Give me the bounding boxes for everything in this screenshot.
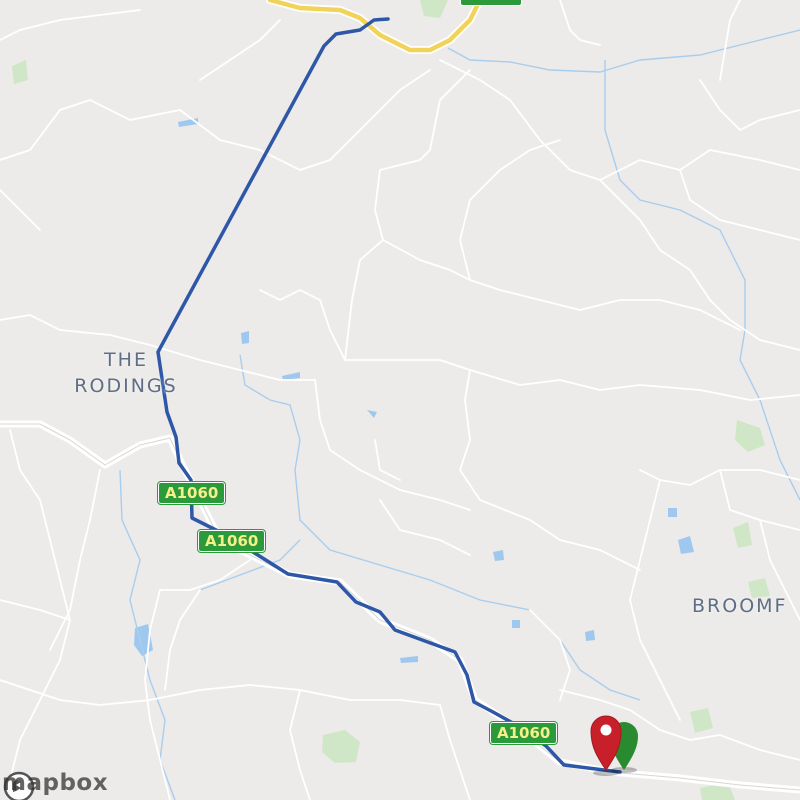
road-shield-a1060: A1060	[158, 482, 226, 504]
place-label-broomfield: BROOMF	[692, 593, 787, 619]
mapbox-logo[interactable]: mapbox	[2, 770, 109, 800]
road-shield-a1060: A1060	[490, 722, 558, 744]
road-shield-a1060: A1060	[198, 530, 266, 552]
place-label-line: RODINGS	[74, 375, 178, 397]
mapbox-logo-text: mapbox	[2, 770, 109, 796]
place-label-line: THE	[104, 349, 148, 371]
map-view[interactable]: THE RODINGS BROOMF A1060 A1060 A1060 map…	[0, 0, 800, 800]
place-label-the-rodings: THE RODINGS	[66, 347, 186, 399]
road-shield-partial	[460, 0, 522, 6]
place-label-line: BROOMF	[692, 595, 788, 617]
map-base	[0, 0, 800, 800]
